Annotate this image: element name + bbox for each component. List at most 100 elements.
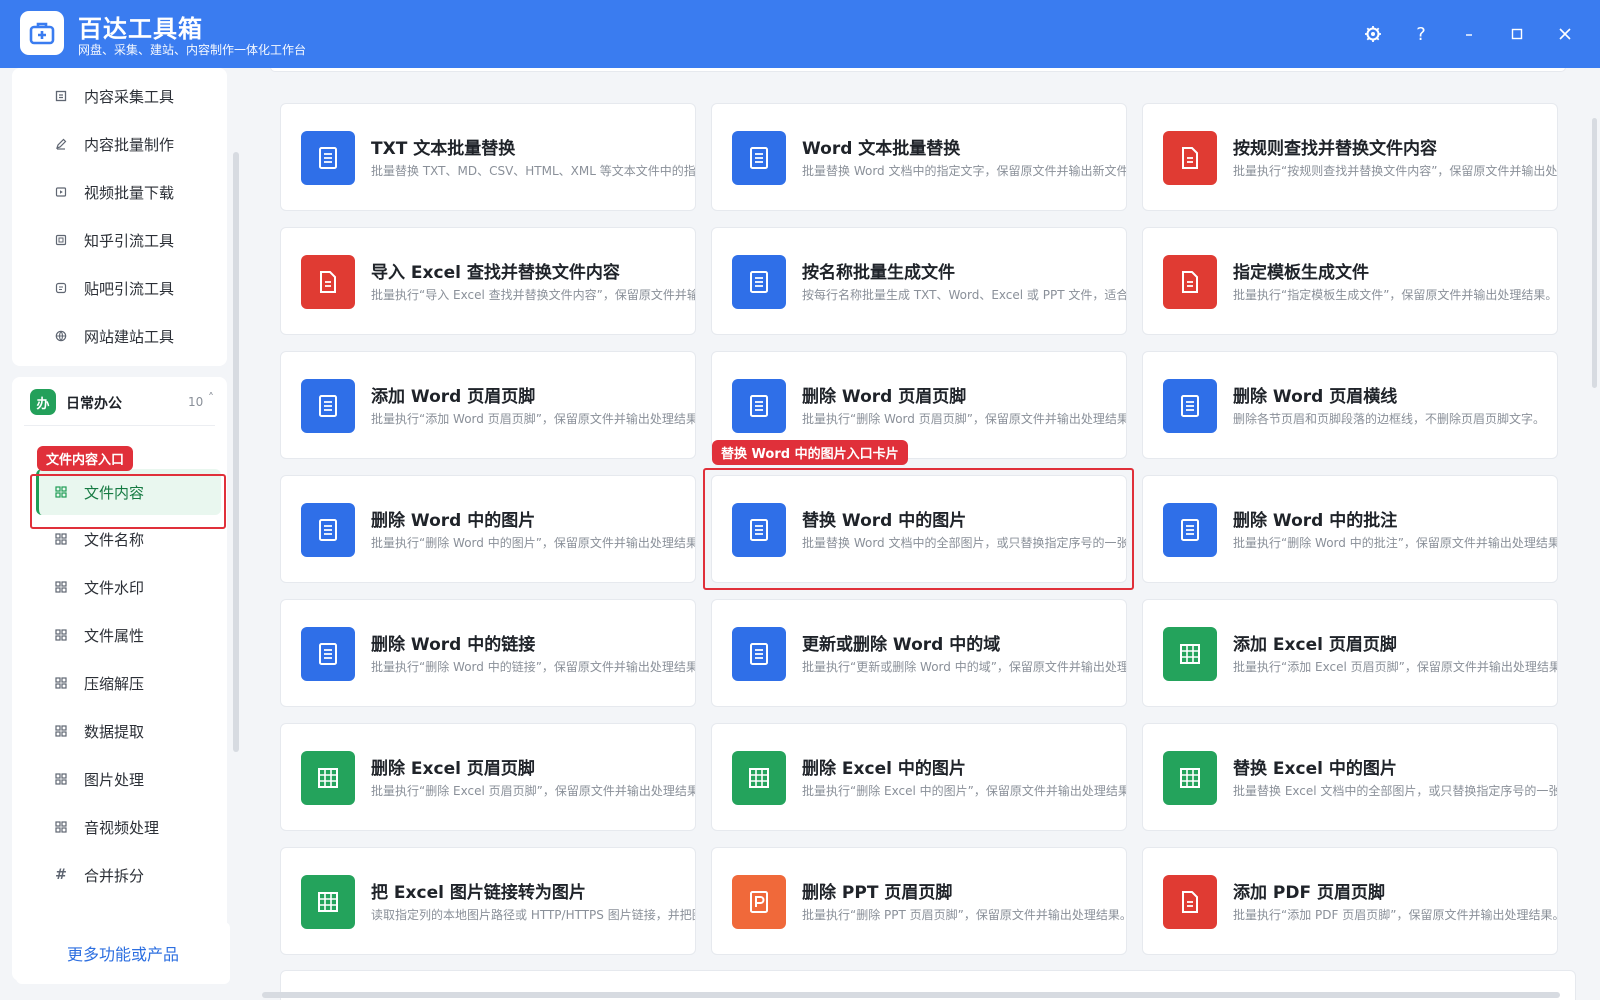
doc-icon xyxy=(301,627,355,681)
tool-card[interactable]: 删除 Word 中的图片批量执行“删除 Word 中的图片”，保留原文件并输出处… xyxy=(280,475,696,583)
sidebar-item-website[interactable]: 网站建站工具 xyxy=(12,314,227,358)
app-subtitle: 网盘、采集、建站、内容制作一体化工作台 xyxy=(78,43,307,57)
tool-card[interactable]: 替换 Excel 中的图片 批量替换 Excel 文档中的全部图片，或只替换指定序… xyxy=(1142,723,1558,831)
tool-card[interactable]: 添加 PDF 页眉页脚批量执行“添加 PDF 页眉页脚”，保留原文件并输出处理结… xyxy=(1142,847,1558,955)
tool-card-desc: 批量替换 Word 文档中的指定文字，保留原文件并输出新文件。 xyxy=(802,164,1127,178)
tool-card[interactable]: 删除 Word 中的链接 批量执行“删除 Word 中的链接”，保留原文件并输出处… xyxy=(280,599,696,707)
group-divider xyxy=(24,425,215,426)
group-count: 10 xyxy=(188,395,204,409)
hash-icon: # xyxy=(55,867,67,883)
card-highlight-box xyxy=(703,468,1134,590)
maximize-icon[interactable] xyxy=(1503,20,1531,48)
tool-card-desc: 批量执行“按规则查找并替换文件内容”，保留原文件并输出处理结果 xyxy=(1233,164,1558,178)
tool-card[interactable]: 更新或删除 Word 中的域 批量执行“更新或删除 Word 中的域”，保留原文件… xyxy=(711,599,1127,707)
card-annotation-tag: 替换 Word 中的图片入口卡片 xyxy=(712,440,908,465)
sidebar-item-label: 合并拆分 xyxy=(84,866,145,885)
help-icon[interactable]: ? xyxy=(1407,20,1435,48)
sidebar-item-tieba[interactable]: 贴吧引流工具 xyxy=(12,266,227,310)
tool-card-title: 删除 Word 中的批注 xyxy=(1233,511,1398,531)
sidebar-item-label: 文件水印 xyxy=(84,578,145,597)
tool-card[interactable]: 删除 PPT 页眉页脚 批量执行“删除 PPT 页眉页脚”，保留原文件并输出处理结… xyxy=(711,847,1127,955)
sheet-icon xyxy=(301,751,355,805)
sidebar-item-zhihu[interactable]: 知乎引流工具 xyxy=(12,218,227,262)
minimize-icon[interactable] xyxy=(1455,20,1483,48)
sidebar-item-file-attrs[interactable]: 文件属性 xyxy=(12,613,227,657)
doc-icon xyxy=(732,131,786,185)
tool-card-desc: 批量执行“删除 PPT 页眉页脚”，保留原文件并输出处理结果。 xyxy=(802,908,1127,922)
tool-card-desc: 批量执行“导入 Excel 查找并替换文件内容”，保留原文件并输出处 xyxy=(371,288,696,302)
tool-card[interactable]: 按规则查找并替换文件内容批量执行“按规则查找并替换文件内容”，保留原文件并输出处… xyxy=(1142,103,1558,211)
sidebar-item-compress[interactable]: 压缩解压 xyxy=(12,661,227,705)
tool-card-title: 删除 Word 页眉页脚 xyxy=(802,387,967,407)
app-logo-icon xyxy=(20,11,64,55)
tool-card[interactable]: Word 文本批量替换批量替换 Word 文档中的指定文字，保留原文件并输出新文… xyxy=(711,103,1127,211)
settings-icon[interactable] xyxy=(1359,20,1387,48)
tool-card-title: 按名称批量生成文件 xyxy=(802,263,955,283)
close-icon[interactable] xyxy=(1551,20,1579,48)
top-card-edge xyxy=(270,68,1566,72)
sheet-icon xyxy=(301,875,355,929)
tool-card-desc: 批量执行“添加 PDF 页眉页脚”，保留原文件并输出处理结果。 xyxy=(1233,908,1558,922)
sidebar-item-content-collect[interactable]: 内容采集工具 xyxy=(12,74,227,118)
sidebar-item-label: 内容采集工具 xyxy=(84,87,175,106)
grid-icon xyxy=(54,676,68,690)
sidebar-item-video-download[interactable]: 视频批量下载 xyxy=(12,170,227,214)
grid-icon xyxy=(54,724,68,738)
tool-card-desc: 批量执行“指定模板生成文件”，保留原文件并输出处理结果。 xyxy=(1233,288,1558,302)
group-header[interactable]: 办 日常办公 10 ˄ xyxy=(12,377,227,425)
tool-card[interactable]: 指定模板生成文件 批量执行“指定模板生成文件”，保留原文件并输出处理结果。 xyxy=(1142,227,1558,335)
tool-card-desc: 批量执行“更新或删除 Word 中的域”，保留原文件并输出处理结果 xyxy=(802,660,1127,674)
sheet-icon xyxy=(1163,627,1217,681)
file-icon xyxy=(1163,131,1217,185)
sidebar-item-label: 文件属性 xyxy=(84,626,145,645)
sidebar-item-label: 贴吧引流工具 xyxy=(84,279,175,298)
tool-card[interactable]: 添加 Excel 页眉页脚批量执行“添加 Excel 页眉页脚”，保留原文件并输… xyxy=(1142,599,1558,707)
app-title: 百达工具箱 xyxy=(78,15,203,43)
tool-card-title: 添加 Excel 页眉页脚 xyxy=(1233,635,1397,655)
tool-card[interactable]: 删除 Excel 页眉页脚 批量执行“删除 Excel 页眉页脚”，保留原文件并输… xyxy=(280,723,696,831)
tool-card[interactable]: 把 Excel 图片链接转为图片 读取指定列的本地图片路径或 HTTP/HTTPS… xyxy=(280,847,696,955)
grid-icon xyxy=(54,532,68,546)
sidebar-item-watermark[interactable]: 文件水印 xyxy=(12,565,227,609)
sidebar-item-image[interactable]: 图片处理 xyxy=(12,757,227,801)
tool-card[interactable]: 删除 Word 中的批注 批量执行“删除 Word 中的批注”，保留原文件并输出处… xyxy=(1142,475,1558,583)
tool-card[interactable]: 删除 Excel 中的图片 批量执行“删除 Excel 中的图片”，保留原文件并输… xyxy=(711,723,1127,831)
sidebar-scrollbar[interactable] xyxy=(233,152,239,752)
doc-icon xyxy=(732,255,786,309)
sidebar-item-batch-create[interactable]: 内容批量制作 xyxy=(12,122,227,166)
sidebar: 内容采集工具 内容批量制作 视频批量下载 知乎引流工具 贴吧引流工具 网站建站工… xyxy=(0,68,246,1000)
main-vertical-scrollbar[interactable] xyxy=(1592,118,1597,388)
tool-card-title: 删除 Word 中的图片 xyxy=(371,511,536,531)
chevron-up-icon[interactable]: ˄ xyxy=(208,391,214,405)
sidebar-item-av[interactable]: 音视频处理 xyxy=(12,805,227,849)
tool-card-desc: 批量执行“删除 Word 中的图片”，保留原文件并输出处理结果。 xyxy=(371,536,696,550)
tool-card-title: 添加 PDF 页眉页脚 xyxy=(1233,883,1386,903)
tool-card-title: 添加 Word 页眉页脚 xyxy=(371,387,536,407)
tool-card-desc: 删除各节页眉和页脚段落的边框线，不删除页眉页脚文字。 xyxy=(1233,412,1546,426)
more-products-button[interactable]: 更多功能或产品 xyxy=(16,922,230,984)
tool-card-desc: 批量执行“添加 Excel 页眉页脚”，保留原文件并输出处理结果。 xyxy=(1233,660,1558,674)
tool-card[interactable]: 按名称批量生成文件按每行名称批量生成 TXT、Word、Excel 或 PPT … xyxy=(711,227,1127,335)
tool-card-desc: 按每行名称批量生成 TXT、Word、Excel 或 PPT 文件，适合批量 xyxy=(802,288,1127,302)
sidebar-item-label: 知乎引流工具 xyxy=(84,231,175,250)
tool-card[interactable]: TXT 文本批量替换 批量替换 TXT、MD、CSV、HTML、XML 等文本文件… xyxy=(280,103,696,211)
document-icon xyxy=(54,89,68,103)
sidebar-annotation-tag: 文件内容入口 xyxy=(37,446,134,471)
sidebar-item-label: 网站建站工具 xyxy=(84,327,175,346)
grid-icon xyxy=(54,820,68,834)
main-horizontal-scrollbar[interactable] xyxy=(262,992,1560,998)
tool-card-title: 删除 Excel 页眉页脚 xyxy=(371,759,535,779)
tool-card[interactable]: 添加 Word 页眉页脚 批量执行“添加 Word 页眉页脚”，保留原文件并输出处… xyxy=(280,351,696,459)
grid-icon xyxy=(54,628,68,642)
tool-card-title: Word 文本批量替换 xyxy=(802,139,961,159)
tool-card[interactable]: 删除 Word 页眉横线 删除各节页眉和页脚段落的边框线，不删除页眉页脚文字。 xyxy=(1142,351,1558,459)
video-icon xyxy=(54,185,68,199)
sidebar-item-data-extract[interactable]: 数据提取 xyxy=(12,709,227,753)
sheet-icon xyxy=(732,751,786,805)
doc-icon xyxy=(732,379,786,433)
sidebar-item-merge-split[interactable]: # 合并拆分 xyxy=(12,853,227,897)
file-icon xyxy=(301,255,355,309)
tool-card-title: 按规则查找并替换文件内容 xyxy=(1233,139,1437,159)
sidebar-item-label: 文件名称 xyxy=(84,530,145,549)
tool-card[interactable]: 导入 Excel 查找并替换文件内容 批量执行“导入 Excel 查找并替换文件内… xyxy=(280,227,696,335)
